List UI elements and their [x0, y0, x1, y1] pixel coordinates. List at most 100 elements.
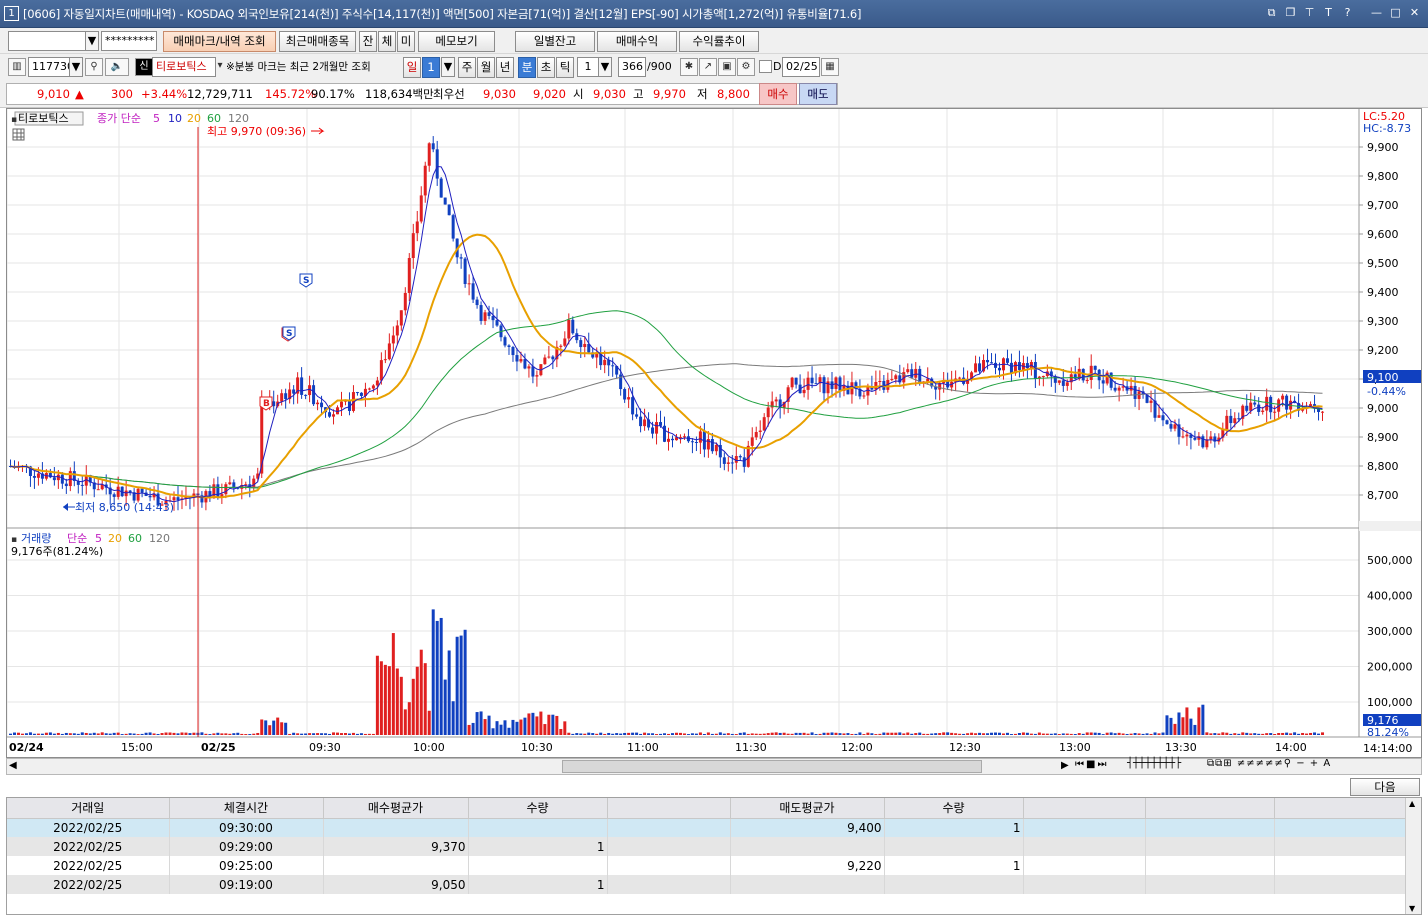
scroll-left-icon[interactable]: ◀	[9, 760, 17, 771]
volume-bar	[1077, 733, 1081, 735]
date-input[interactable]: 02/25	[782, 57, 820, 77]
password-field[interactable]: *********	[101, 31, 157, 51]
close-icon[interactable]: ✕	[1407, 5, 1422, 20]
next-button[interactable]: 다음	[1350, 778, 1420, 796]
candle-body	[292, 389, 296, 394]
maximize-icon[interactable]: □	[1388, 5, 1403, 20]
count-input[interactable]: 366	[618, 57, 646, 77]
candle-body	[655, 422, 659, 434]
restore-icon[interactable]: ❐	[1283, 5, 1298, 20]
sell-button[interactable]: 매도	[799, 83, 837, 105]
tab-executed[interactable]: 체	[378, 31, 396, 52]
volume-bar	[284, 722, 288, 735]
candle-body	[359, 392, 363, 396]
candle-body	[1149, 400, 1153, 403]
settings-icon[interactable]: ⚙	[737, 58, 755, 76]
volume-bar	[750, 733, 754, 735]
scroll-down-icon[interactable]: ▼	[1409, 904, 1415, 913]
candle-body	[1185, 434, 1189, 437]
candle-body	[567, 319, 571, 339]
volume-bar	[152, 733, 156, 735]
interval-dropdown-icon[interactable]: ▼	[598, 57, 612, 77]
help-icon[interactable]: ?	[1340, 5, 1355, 20]
recent-trades-button[interactable]: 최근매매종목	[279, 31, 356, 52]
chart-svg[interactable]: BBSS 9,9009,8009,7009,6009,5009,4009,300…	[7, 109, 1421, 757]
period-day[interactable]: 일	[403, 57, 421, 78]
memo-button[interactable]: 메모보기	[418, 31, 495, 52]
col-buy-qty[interactable]: 수량	[468, 798, 608, 819]
calendar-icon[interactable]: ▦	[821, 58, 839, 76]
tab-pending[interactable]: 미	[397, 31, 415, 52]
link-icon[interactable]: ⧉	[1264, 5, 1279, 20]
candle-body	[1101, 380, 1105, 384]
volume-bar	[28, 732, 32, 735]
mark-query-button[interactable]: 매매마크/내역 조회	[163, 31, 276, 52]
col-sell-avg[interactable]: 매도평균가	[730, 798, 885, 819]
table-row[interactable]: 2022/02/25 09:29:00 9,370 1	[7, 837, 1406, 856]
draw-icon[interactable]: ↗	[699, 58, 717, 76]
minimize-icon[interactable]: —	[1369, 5, 1384, 20]
layout-icon[interactable]: ▥	[8, 58, 26, 76]
period-second[interactable]: 초	[537, 57, 555, 78]
table-row[interactable]: 2022/02/25 09:30:00 9,400 1	[7, 818, 1406, 837]
panel-resize-handle[interactable]	[1359, 521, 1421, 531]
low-label: 저	[697, 87, 708, 101]
col-buy-avg[interactable]: 매수평균가	[323, 798, 469, 819]
volume-bar	[770, 732, 774, 735]
small-chevron-icon[interactable]: ▾	[216, 58, 224, 76]
scroll-up-icon[interactable]: ▲	[1409, 799, 1415, 808]
pin-icon[interactable]: ⊤	[1302, 5, 1317, 20]
period-month[interactable]: 월	[477, 57, 495, 78]
volume-bar	[80, 732, 84, 735]
volume-bar	[706, 732, 710, 735]
period-minute[interactable]: 분	[518, 57, 536, 78]
candle-body	[894, 375, 898, 380]
open-label: 시	[573, 87, 584, 101]
candle-body	[463, 258, 467, 285]
account-select[interactable]	[8, 31, 86, 51]
chart-scrollbar[interactable]: ◀ ▶ ⏮■⏭ ┤┼┼┼┼┼┼┼├ ⧉⧉⊞ ≠≠≠≠≠⚲ − + A	[6, 758, 1422, 775]
stock-code-input[interactable]: 117730	[28, 57, 70, 77]
scroll-right-icon[interactable]: ▶	[1061, 760, 1069, 771]
chart-tools-icon[interactable]: ⧉⧉⊞ ≠≠≠≠≠⚲ − + A	[1207, 758, 1331, 769]
text-icon[interactable]: T	[1321, 5, 1336, 20]
vol-legend-ma120: 120	[149, 532, 170, 545]
candle-body	[316, 402, 320, 405]
period-week[interactable]: 주	[458, 57, 476, 78]
trade-profit-button[interactable]: 매매수익	[597, 31, 677, 52]
return-trend-button[interactable]: 수익률추이	[679, 31, 759, 52]
period-dropdown-icon[interactable]: ▼	[441, 57, 455, 77]
table-row[interactable]: 2022/02/25 09:19:00 9,050 1	[7, 875, 1406, 894]
cell-empty	[1023, 856, 1146, 875]
search-icon[interactable]: ⚲	[85, 58, 103, 76]
sound-icon[interactable]: 🔈	[105, 58, 129, 76]
col-sell-qty[interactable]: 수량	[884, 798, 1024, 819]
date-checkbox[interactable]	[759, 60, 772, 73]
period-number[interactable]: 1	[422, 57, 440, 78]
buy-button[interactable]: 매수	[759, 83, 797, 105]
scroll-thumb[interactable]	[562, 760, 982, 773]
volume-bar	[834, 732, 838, 735]
col-trade-date[interactable]: 거래일	[7, 798, 170, 819]
playback-controls-icon[interactable]: ⏮■⏭	[1075, 759, 1108, 770]
volume-bar	[894, 732, 898, 735]
cell-empty	[1023, 875, 1146, 894]
tab-balance[interactable]: 잔	[359, 31, 377, 52]
interval-input[interactable]: 1	[577, 57, 599, 77]
account-dropdown-icon[interactable]: ▼	[85, 31, 99, 51]
indicator-icon[interactable]: ✱	[680, 58, 698, 76]
volume-bar	[220, 733, 224, 735]
daily-balance-button[interactable]: 일별잔고	[515, 31, 595, 52]
grid-scrollbar[interactable]: ▲ ▼	[1405, 798, 1421, 914]
candle-body	[631, 397, 635, 415]
volume-bar	[343, 733, 347, 735]
chevron-down-icon[interactable]: ▼	[69, 57, 83, 77]
table-view-icon[interactable]	[12, 128, 25, 141]
chart-area[interactable]: BBSS 9,9009,8009,7009,6009,5009,4009,300…	[6, 108, 1422, 758]
period-year[interactable]: 년	[496, 57, 514, 78]
col-exec-time[interactable]: 체결시간	[169, 798, 324, 819]
table-row[interactable]: 2022/02/25 09:25:00 9,220 1	[7, 856, 1406, 875]
zoom-slider-icon[interactable]: ┤┼┼┼┼┼┼┼├	[1127, 758, 1181, 769]
period-tick[interactable]: 틱	[556, 57, 574, 78]
save-icon[interactable]: ▣	[718, 58, 736, 76]
